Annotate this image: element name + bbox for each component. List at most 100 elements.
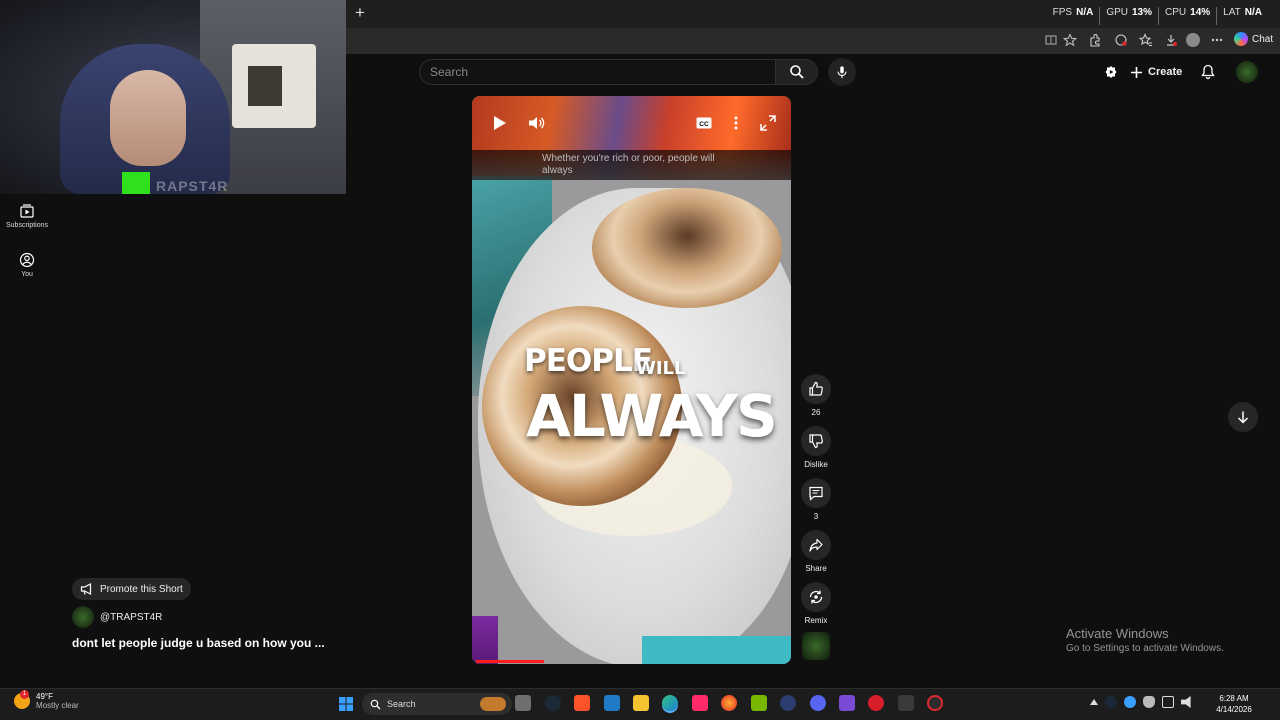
search-button[interactable] [776,59,818,85]
system-tray [1090,696,1193,708]
webcam-person-face [110,70,186,166]
file-explorer-icon[interactable] [633,695,649,711]
gpu-label: GPU [1106,7,1128,18]
discord-icon[interactable] [810,695,826,711]
search-input[interactable]: Search [419,59,776,85]
task-view-icon[interactable] [515,695,531,711]
tray-display-icon[interactable] [1162,696,1174,708]
thumbs-up-icon [809,381,823,396]
video-progress-bar[interactable] [476,660,544,663]
volume-icon[interactable] [527,114,545,132]
sidebar-item-you[interactable]: You [2,252,52,278]
taskbar-clock[interactable]: 6:28 AM 4/14/2026 [1212,693,1256,715]
more-vertical-icon[interactable] [727,114,745,132]
account-avatar[interactable] [1236,61,1258,83]
weather-temperature: 49°F [36,692,53,701]
sidebar-item-subscriptions[interactable]: Subscriptions [2,203,52,229]
video-purple-corner [472,616,498,664]
gaming-app-icon[interactable] [780,695,796,711]
activate-windows-subtitle: Go to Settings to activate Windows. [1066,643,1224,654]
extensions-icon[interactable] [1088,33,1102,47]
steam-icon[interactable] [545,695,561,711]
notepad-icon[interactable] [604,695,620,711]
svg-text:CC: CC [699,121,709,128]
windows-start-icon[interactable] [338,696,354,712]
copilot-icon [1234,32,1248,46]
favorites-icon[interactable] [1139,33,1153,47]
user-circle-icon [19,252,35,268]
more-options-icon[interactable] [1210,33,1224,47]
weather-widget[interactable]: 1 49°F Mostly clear [14,690,79,710]
promote-short-button[interactable]: Promote this Short [72,578,191,600]
short-title[interactable]: dont let people judge u based on how you… [72,636,325,650]
downloads-icon[interactable] [1164,33,1178,47]
split-screen-icon[interactable] [1044,33,1058,47]
gpu-value: 13% [1132,7,1153,18]
clock-time: 6:28 AM [1219,694,1249,703]
youtube-studio-icon[interactable] [1104,65,1118,79]
subscriptions-icon [20,204,34,218]
tiktok-icon[interactable] [692,695,708,711]
dislike-button[interactable]: Dislike [796,426,836,469]
profile-avatar[interactable] [1186,33,1200,47]
edge-browser-icon[interactable] [662,695,678,711]
share-label: Share [805,564,827,573]
nvidia-icon[interactable] [751,695,767,711]
remix-label: Remix [804,616,828,625]
red-app-icon[interactable] [868,695,884,711]
search-highlight-icon [480,697,506,711]
sidebar-item-label: You [21,271,33,278]
play-icon[interactable] [490,114,508,132]
microphone-icon [837,66,847,79]
dislike-label: Dislike [804,460,828,469]
remix-button[interactable]: Remix [796,582,836,625]
next-short-button[interactable] [1228,402,1258,432]
obs-icon[interactable] [898,695,914,711]
performance-overlay: FPS N/A GPU 13% CPU 14% LAT N/A [1047,7,1268,25]
channel-avatar-small[interactable] [72,606,94,628]
tray-overflow-icon[interactable] [1090,699,1098,705]
extension-badge-icon[interactable] [1114,33,1128,47]
fullscreen-icon[interactable] [759,114,777,132]
clock-date: 4/14/2026 [1216,705,1252,714]
firefox-icon[interactable] [721,695,737,711]
webcam-poster-art [248,66,282,106]
chat-label: Chat [1252,33,1274,45]
arrow-down-icon [1237,411,1249,424]
taskbar-search-icon [370,699,381,709]
channel-avatar[interactable] [802,632,830,660]
overlay-text-always: ALWAYS [526,382,778,450]
comments-button[interactable]: 3 [796,478,836,521]
activate-windows-title: Activate Windows [1066,626,1169,641]
favorite-star-icon[interactable] [1063,33,1077,47]
closed-captions-icon[interactable]: CC [695,114,713,132]
short-video-player[interactable]: Whether you're rich or poor, people will… [472,96,791,664]
notifications-bell-icon[interactable] [1201,64,1215,80]
calendar-grid-icon[interactable] [839,695,855,711]
weather-sun-icon: 1 [14,690,30,709]
channel-handle[interactable]: @TRAPST4R [100,612,162,623]
copilot-chat-button[interactable]: Chat [1234,32,1273,46]
channel-info[interactable]: @TRAPST4R [72,606,162,628]
share-icon [809,538,823,552]
share-button[interactable]: Share [796,530,836,573]
sidebar-item-label: Subscriptions [5,222,49,229]
promote-label: Promote this Short [100,583,183,595]
new-tab-button[interactable]: + [352,4,368,22]
tray-network-icon[interactable] [1124,696,1136,708]
weather-description: Mostly clear [36,701,79,710]
webcam-overlay: RAPST4R [0,0,346,194]
plus-icon [1131,66,1142,78]
overlay-text-people: PEOPLE [524,343,653,379]
create-button[interactable]: Create [1130,61,1182,83]
tray-steam-icon[interactable] [1105,696,1117,708]
kick-logo-icon [122,172,150,194]
recording-app-icon[interactable] [927,695,943,711]
voice-search-button[interactable] [828,58,856,86]
overlay-text-will: WILL [636,358,686,379]
brave-browser-icon[interactable] [574,695,590,711]
like-button[interactable]: 26 [796,374,836,417]
tray-mic-icon[interactable] [1143,696,1155,708]
taskbar-search-box[interactable]: Search [362,693,512,715]
tray-volume-icon[interactable] [1181,696,1191,708]
